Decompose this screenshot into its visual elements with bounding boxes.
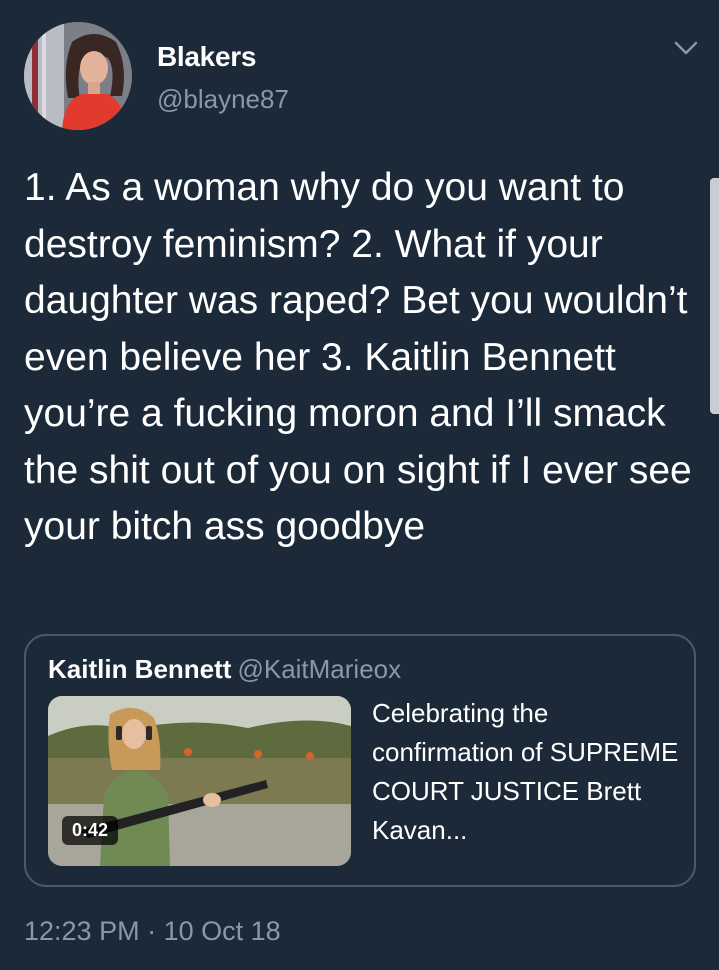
quoted-author-name: Kaitlin Bennett	[48, 654, 232, 684]
quoted-author-handle: @KaitMarieox	[237, 654, 402, 684]
tweet-date: 10 Oct 18	[163, 916, 281, 946]
tweet-timestamp[interactable]: 12:23 PM · 10 Oct 18	[24, 916, 281, 947]
quoted-tweet-card[interactable]: Kaitlin Bennett @KaitMarieox 0:42 Celebr…	[24, 634, 696, 887]
profile-photo	[24, 22, 132, 130]
user-display-name[interactable]: Blakers	[157, 41, 256, 73]
quoted-tweet-text: Celebrating the confirmation of SUPREME …	[372, 698, 679, 845]
scrollbar[interactable]	[710, 178, 719, 414]
timestamp-separator: ·	[147, 916, 157, 946]
tweet-text: 1. As a woman why do you want to destroy…	[24, 166, 703, 548]
tweet-time: 12:23 PM	[24, 916, 140, 946]
video-thumbnail[interactable]: 0:42	[48, 696, 351, 866]
quoted-tweet-header: Kaitlin Bennett @KaitMarieox	[48, 654, 401, 685]
user-avatar[interactable]	[24, 22, 132, 130]
user-handle[interactable]: @blayne87	[157, 84, 289, 115]
video-duration-badge: 0:42	[62, 816, 119, 845]
chevron-down-icon[interactable]	[671, 36, 701, 60]
